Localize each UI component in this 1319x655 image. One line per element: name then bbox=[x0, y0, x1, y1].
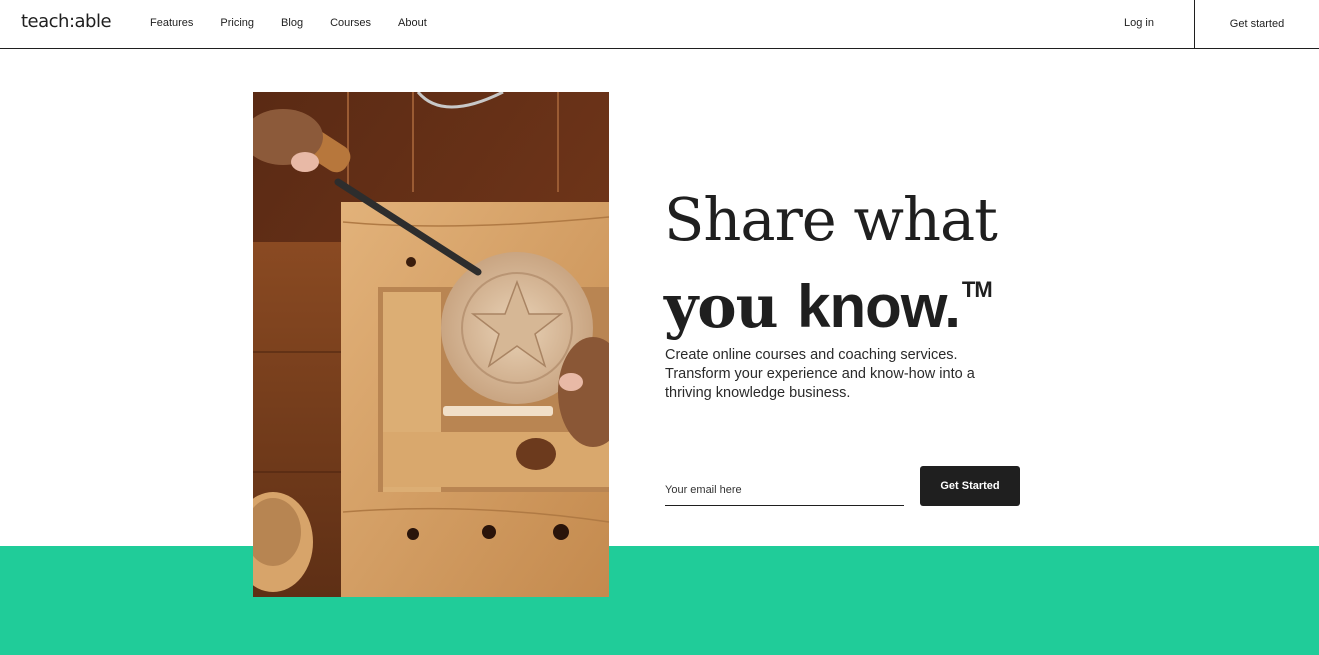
headline-line-1: Share what bbox=[664, 185, 998, 254]
headline-you: you bbox=[664, 272, 779, 341]
main-nav: Features Pricing Blog Courses About bbox=[150, 17, 454, 29]
headline-know: know. bbox=[797, 273, 961, 340]
email-input[interactable] bbox=[665, 475, 904, 506]
header-get-started-button[interactable]: Get started bbox=[1195, 0, 1319, 48]
headline-line-2: you know.TM bbox=[664, 255, 1084, 342]
login-link[interactable]: Log in bbox=[1124, 17, 1154, 29]
hero-description: Create online courses and coaching servi… bbox=[665, 347, 975, 401]
teachable-logo[interactable]: teach:able bbox=[21, 11, 112, 32]
hero-woodcarving-image bbox=[253, 92, 609, 597]
nav-link-blog[interactable]: Blog bbox=[281, 17, 303, 29]
hero-headline: Share what you know.TM bbox=[664, 185, 1084, 342]
green-accent-band bbox=[0, 546, 1319, 655]
top-navigation-bar: teach:able Features Pricing Blog Courses… bbox=[0, 0, 1319, 49]
nav-link-features[interactable]: Features bbox=[150, 17, 193, 29]
nav-link-pricing[interactable]: Pricing bbox=[220, 17, 254, 29]
nav-link-about[interactable]: About bbox=[398, 17, 427, 29]
trademark-symbol: TM bbox=[961, 277, 993, 302]
get-started-button[interactable]: Get Started bbox=[920, 466, 1020, 506]
nav-link-courses[interactable]: Courses bbox=[330, 17, 371, 29]
